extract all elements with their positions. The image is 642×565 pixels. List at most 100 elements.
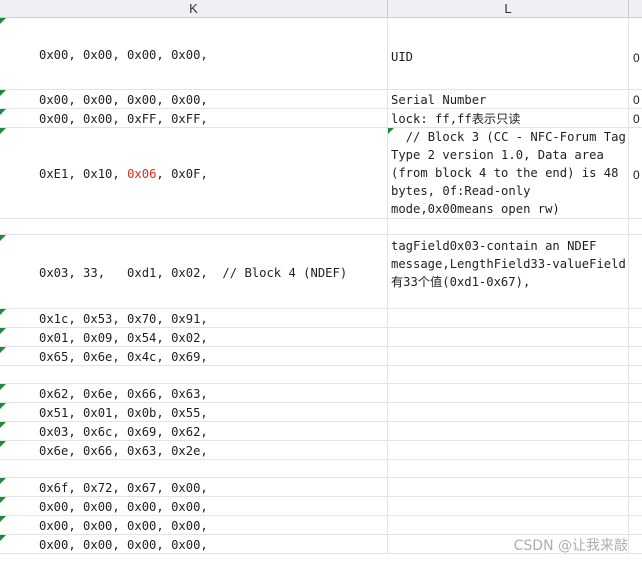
cell-k[interactable]: 0x1c, 0x53, 0x70, 0x91, xyxy=(0,309,388,327)
table-row: 0x03, 0x6c, 0x69, 0x62, xyxy=(0,422,642,441)
error-indicator-icon xyxy=(0,90,6,96)
cell-k[interactable]: 0x6e, 0x66, 0x63, 0x2e, xyxy=(0,441,388,459)
cell-m[interactable] xyxy=(629,309,642,327)
cell-k[interactable] xyxy=(0,219,388,234)
cell-m[interactable] xyxy=(629,516,642,534)
cell-l[interactable] xyxy=(388,347,629,365)
cell-l-text: UID xyxy=(391,50,414,64)
cell-l-text: lock: ff,ff表示只读 xyxy=(391,112,521,126)
table-row: 0x00, 0x00, 0x00, 0x00, xyxy=(0,497,642,516)
cell-m[interactable] xyxy=(629,460,642,477)
cell-l[interactable]: lock: ff,ff表示只读 xyxy=(388,109,629,127)
cell-k-text: 0xE1, 0x10, 0x06, 0x0F, xyxy=(39,167,385,181)
column-header-l[interactable]: L xyxy=(388,0,629,18)
error-indicator-icon xyxy=(0,347,6,353)
cell-m[interactable] xyxy=(629,497,642,515)
cell-m-text: 0 xyxy=(633,112,640,126)
cell-l[interactable] xyxy=(388,403,629,421)
cell-m[interactable] xyxy=(629,366,642,383)
cell-l[interactable] xyxy=(388,497,629,515)
cell-l[interactable] xyxy=(388,516,629,534)
cell-k[interactable] xyxy=(0,460,388,477)
cell-m[interactable]: 0 xyxy=(629,128,642,218)
error-indicator-icon xyxy=(0,497,6,503)
cell-l[interactable]: Serial Number xyxy=(388,90,629,108)
column-header-k[interactable]: K xyxy=(0,0,388,18)
cell-l-text: Serial Number xyxy=(391,93,487,107)
cell-l[interactable]: // Block 3 (CC - NFC-Forum Tag Type 2 ve… xyxy=(388,128,629,218)
cell-k-text: 0x6f, 0x72, 0x67, 0x00, xyxy=(39,481,208,495)
cell-m[interactable] xyxy=(629,235,642,308)
table-row: 0x00, 0x00, 0xFF, 0xFF, lock: ff,ff表示只读 0 xyxy=(0,109,642,128)
cell-l[interactable] xyxy=(388,384,629,402)
column-header-m[interactable] xyxy=(629,0,642,18)
cell-m[interactable] xyxy=(629,219,642,234)
cell-m-text: 0 xyxy=(633,93,640,107)
cell-k-text: 0x00, 0x00, 0x00, 0x00, xyxy=(39,93,208,107)
cell-m[interactable] xyxy=(629,478,642,496)
error-indicator-icon xyxy=(0,384,6,390)
cell-l[interactable] xyxy=(388,219,629,234)
cell-k-text: 0x00, 0x00, 0x00, 0x00, xyxy=(39,500,208,514)
cell-l[interactable] xyxy=(388,309,629,327)
cell-l[interactable] xyxy=(388,422,629,440)
cell-m-text: 0 xyxy=(633,51,640,65)
cell-k-text: 0x6e, 0x66, 0x63, 0x2e, xyxy=(39,444,208,458)
cell-k[interactable]: 0x51, 0x01, 0x0b, 0x55, xyxy=(0,403,388,421)
cell-l[interactable] xyxy=(388,366,629,383)
table-row: 0x51, 0x01, 0x0b, 0x55, xyxy=(0,403,642,422)
cell-k-text: 0x00, 0x00, 0xFF, 0xFF, xyxy=(39,112,208,126)
table-row xyxy=(0,366,642,384)
cell-l[interactable]: UID xyxy=(388,18,629,89)
error-indicator-icon xyxy=(0,535,6,541)
table-row: 0x65, 0x6e, 0x4c, 0x69, xyxy=(0,347,642,366)
cell-m[interactable]: 0 xyxy=(629,18,642,89)
watermark: CSDN @让我来敲 xyxy=(513,538,628,554)
cell-k[interactable]: 0x03, 0x6c, 0x69, 0x62, xyxy=(0,422,388,440)
table-row: 0x62, 0x6e, 0x66, 0x63, xyxy=(0,384,642,403)
error-indicator-icon xyxy=(0,18,6,24)
error-indicator-icon xyxy=(0,235,6,241)
cell-l[interactable] xyxy=(388,478,629,496)
cell-l[interactable]: tagField0x03-contain an NDEF message,Len… xyxy=(388,235,629,308)
table-row: 0x6e, 0x66, 0x63, 0x2e, xyxy=(0,441,642,460)
cell-m[interactable] xyxy=(629,328,642,346)
cell-m[interactable] xyxy=(629,384,642,402)
highlighted-value: 0x06 xyxy=(127,167,157,181)
cell-k[interactable]: 0x6f, 0x72, 0x67, 0x00, xyxy=(0,478,388,496)
cell-l-text: // Block 3 (CC - NFC-Forum Tag Type 2 ve… xyxy=(391,130,626,216)
cell-l[interactable] xyxy=(388,460,629,477)
cell-k[interactable]: 0x00, 0x00, 0x00, 0x00, xyxy=(0,535,388,553)
error-indicator-icon xyxy=(0,109,6,115)
cell-m[interactable] xyxy=(629,403,642,421)
cell-l[interactable] xyxy=(388,441,629,459)
error-indicator-icon xyxy=(0,403,6,409)
cell-k[interactable]: 0x01, 0x09, 0x54, 0x02, xyxy=(0,328,388,346)
cell-m[interactable] xyxy=(629,441,642,459)
cell-m[interactable] xyxy=(629,422,642,440)
cell-k-text: 0x65, 0x6e, 0x4c, 0x69, xyxy=(39,350,208,364)
cell-k-text: 0x00, 0x00, 0x00, 0x00, xyxy=(39,48,208,62)
cell-m[interactable] xyxy=(629,535,642,553)
cell-k[interactable]: 0x65, 0x6e, 0x4c, 0x69, xyxy=(0,347,388,365)
cell-k[interactable]: 0x00, 0x00, 0x00, 0x00, xyxy=(0,497,388,515)
cell-k-text: 0x03, 0x6c, 0x69, 0x62, xyxy=(39,425,208,439)
table-row: 0x6f, 0x72, 0x67, 0x00, xyxy=(0,478,642,497)
cell-k[interactable]: 0x00, 0x00, 0xFF, 0xFF, xyxy=(0,109,388,127)
cell-k[interactable]: 0x00, 0x00, 0x00, 0x00, xyxy=(0,18,388,89)
cell-l[interactable] xyxy=(388,328,629,346)
cell-m[interactable] xyxy=(629,347,642,365)
cell-m[interactable]: 0 xyxy=(629,109,642,127)
error-indicator-icon xyxy=(0,422,6,428)
cell-k[interactable]: 0xE1, 0x10, 0x06, 0x0F, xyxy=(0,128,388,218)
cell-k[interactable]: 0x00, 0x00, 0x00, 0x00, xyxy=(0,516,388,534)
table-row: 0x03, 33, 0xd1, 0x02, // Block 4 (NDEF) t… xyxy=(0,235,642,309)
cell-k[interactable] xyxy=(0,366,388,383)
cell-k[interactable]: 0x62, 0x6e, 0x66, 0x63, xyxy=(0,384,388,402)
cell-l-text: tagField0x03-contain an NDEF message,Len… xyxy=(391,239,626,289)
error-indicator-icon xyxy=(0,441,6,447)
cell-k[interactable]: 0x00, 0x00, 0x00, 0x00, xyxy=(0,90,388,108)
table-row: 0x01, 0x09, 0x54, 0x02, xyxy=(0,328,642,347)
cell-m[interactable]: 0 xyxy=(629,90,642,108)
cell-k[interactable]: 0x03, 33, 0xd1, 0x02, // Block 4 (NDEF) xyxy=(0,235,388,308)
